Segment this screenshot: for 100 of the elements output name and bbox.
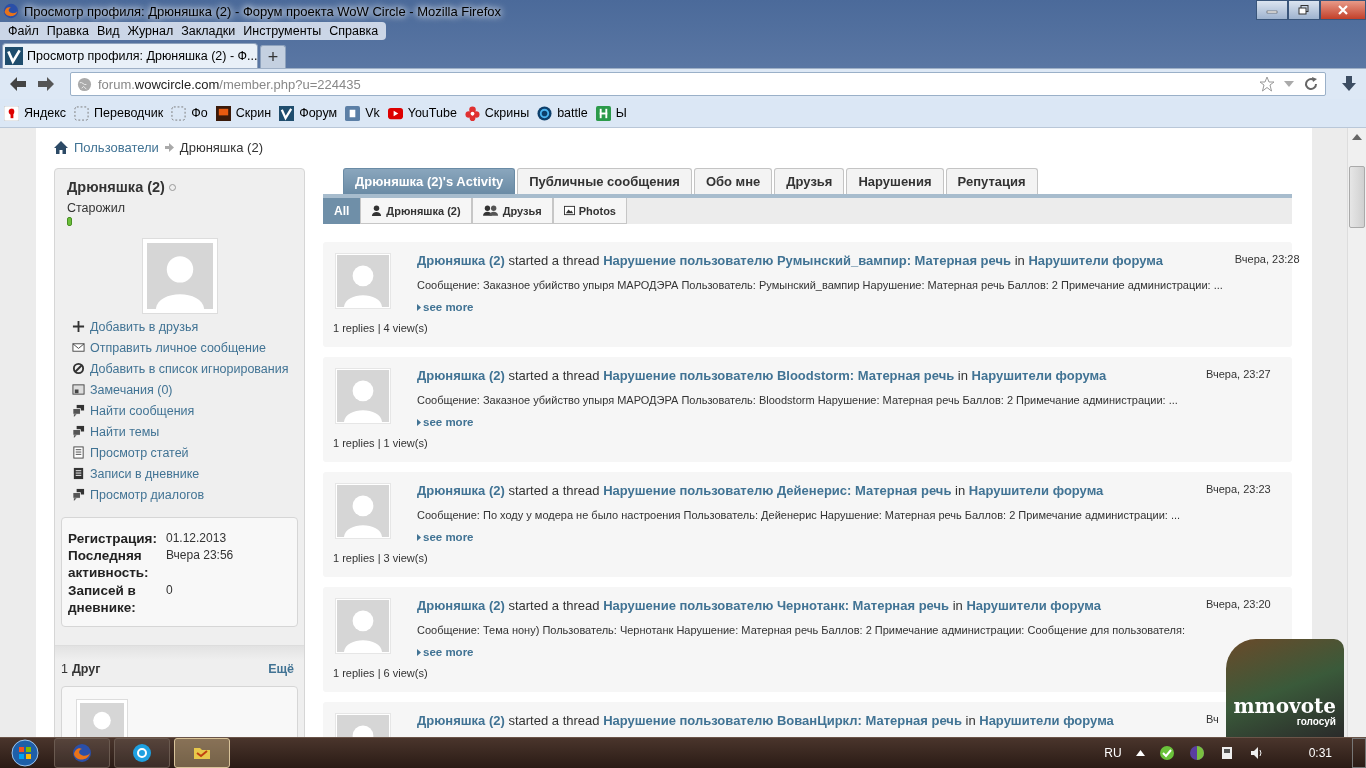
language-indicator[interactable]: RU [1104, 746, 1122, 760]
stat-label: Последняя активность: [68, 547, 150, 582]
bookmark-item[interactable]: Vk [345, 105, 380, 121]
menu-item[interactable]: Инструменты [239, 24, 326, 38]
minimize-button[interactable] [1256, 0, 1288, 20]
fox-globe-icon [72, 743, 92, 763]
profile-action-link[interactable]: Добавить в друзья [72, 318, 298, 335]
close-icon[interactable] [1337, 5, 1349, 15]
flower-icon [464, 105, 480, 121]
more-link[interactable]: Ещё [268, 662, 294, 676]
activity-headline: Дрюняшка (2) started a thread Нарушение пользователю Чернотанк: Матерная речь in Нарушители форума [417, 598, 1102, 614]
avatar-placeholder [335, 483, 391, 539]
see-more-link[interactable]: see more [417, 416, 474, 428]
forward-arrow-icon[interactable] [36, 75, 56, 93]
clock: 0:31 [1308, 746, 1332, 760]
bookmark-item[interactable]: Фо [171, 105, 208, 121]
forum-logo-icon [279, 105, 295, 121]
triangle-icon [417, 648, 421, 656]
vote-widget[interactable]: mmovote голосуй [1226, 639, 1344, 737]
scroll-thumb[interactable] [1349, 166, 1365, 228]
play-icon [387, 105, 403, 121]
activity-headline: Дрюняшка (2) started a thread Нарушение пользователю Bloodstorm: Матерная речь in Нарушители форума [417, 368, 1108, 384]
up-triangle-icon[interactable] [1135, 750, 1145, 756]
reputation-bar [67, 217, 72, 226]
menu-item[interactable]: Вид [92, 24, 124, 38]
dashed-page-icon [74, 105, 90, 121]
back-arrow-icon[interactable] [8, 75, 28, 93]
menu-item[interactable]: Правка [42, 24, 93, 38]
profile-action-link[interactable]: Записи в дневнике [72, 465, 298, 482]
close-button[interactable] [1320, 0, 1366, 20]
logo-icon [4, 105, 19, 121]
taskbar-app[interactable] [114, 738, 170, 768]
profile-action-link[interactable]: Найти темы [72, 423, 298, 440]
bookmark-item[interactable]: YouTube [387, 105, 457, 121]
post-excerpt: Сообщение: По ходу у модера не было настроения Пользователь: Дейенерис Нарушение: Матерная речь Баллов: 2 Примечание администрации: ... [417, 509, 1182, 521]
avatar-placeholder [335, 368, 391, 424]
profile-action-link[interactable]: Просмотр статей [72, 444, 298, 461]
reload-icon[interactable] [1303, 76, 1319, 92]
profile-name: Дрюняшка (2) [67, 179, 165, 195]
ring-logo-icon [132, 743, 152, 763]
scrollbar[interactable] [1347, 128, 1366, 737]
thread-stats: 1 replies | 6 view(s) [333, 667, 429, 681]
speaker-icon[interactable] [1248, 745, 1265, 761]
profile-tab[interactable]: Друзья [774, 168, 845, 194]
browser-tab[interactable]: Просмотр профиля: Дрюняшка (2) - Ф... [2, 43, 258, 68]
stat-value: 0 [166, 581, 174, 599]
see-more-link[interactable]: see more [417, 301, 474, 313]
restore-icon[interactable] [1298, 5, 1310, 15]
see-more-link[interactable]: see more [417, 531, 474, 543]
filter-tab[interactable]: Друзья [471, 198, 553, 224]
download-arrow-icon[interactable] [1340, 75, 1358, 93]
chat-bubbles-icon [72, 488, 85, 501]
bookmark-item[interactable]: Яндекс [4, 105, 67, 121]
stat-value: Вчера 23:56 [166, 547, 235, 565]
profile-action-link[interactable]: Отправить личное сообщение [72, 339, 298, 356]
fox-globe-icon [3, 3, 19, 19]
bookmark-item[interactable]: Ы [595, 105, 627, 121]
filter-tab[interactable]: Дрюняшка (2) [360, 198, 472, 224]
window-title: Просмотр профиля: Дрюняшка (2) - Форум проекта WoW Circle - Mozilla Firefox [24, 3, 501, 19]
home-icon[interactable] [54, 141, 68, 154]
bookmark-item[interactable]: Форум [279, 105, 338, 121]
menu-item[interactable]: Закладки [177, 24, 240, 38]
scroll-up-icon[interactable] [1352, 133, 1362, 141]
profile-tab[interactable]: Нарушения [846, 168, 944, 194]
new-tab-button[interactable]: + [260, 45, 286, 68]
menu-item[interactable]: Справка [325, 24, 383, 38]
check-bubble-icon[interactable] [1158, 745, 1175, 761]
profile-tab[interactable]: Репутация [945, 168, 1038, 194]
bookmark-item[interactable]: Скрин [215, 105, 272, 121]
post-excerpt: Сообщение: Заказное убийство упыря МАРОДЭРА Пользователь: Bloodstorm Нарушение: Матерная речь Баллов: 2 Примечание администрации: ... [417, 394, 1179, 406]
globe-icon[interactable] [1188, 745, 1205, 761]
profile-tab[interactable]: Публичные сообщения [517, 168, 692, 194]
picture-icon [563, 205, 575, 216]
menu-item[interactable]: Журнал [123, 24, 178, 38]
menu-item[interactable]: Файл [4, 24, 43, 38]
star-icon[interactable] [1259, 76, 1275, 92]
see-more-link[interactable]: see more [417, 646, 474, 658]
arrow-icon [164, 143, 174, 152]
notebook-icon [72, 467, 85, 480]
profile-action-link[interactable]: Замечания (0) [72, 381, 298, 398]
avatar-placeholder [335, 253, 391, 309]
show-desktop-button[interactable] [1352, 738, 1366, 768]
start-orb-icon[interactable] [10, 738, 40, 768]
restore-button[interactable] [1288, 0, 1320, 20]
breadcrumb-link[interactable]: Пользователи [74, 140, 159, 155]
profile-action-link[interactable]: Добавить в список игнорирования [72, 360, 298, 377]
block-icon [72, 362, 85, 375]
stat-label: Регистрация: [68, 530, 158, 548]
bookmark-item[interactable]: battle [537, 105, 588, 121]
profile-action-link[interactable]: Найти сообщения [72, 402, 298, 419]
filter-tab[interactable]: Photos [552, 198, 627, 224]
bookmark-item[interactable]: Скрины [464, 105, 530, 121]
activity-headline: Дрюняшка (2) started a thread Нарушение пользователю Румынский_вампир: Матерная речь in Нарушители форума [417, 253, 1164, 269]
profile-action-link[interactable]: Просмотр диалогов [72, 486, 298, 503]
avatar-placeholder [335, 598, 391, 654]
widget-caption: голосуй [1296, 716, 1336, 727]
profile-tab[interactable]: Обо мне [693, 168, 773, 194]
address-field[interactable]: forum.wowcircle.com/member.php?u=224435 [70, 72, 1326, 96]
forum-logo-icon [5, 47, 23, 65]
bookmark-item[interactable]: Переводчик [74, 105, 164, 121]
